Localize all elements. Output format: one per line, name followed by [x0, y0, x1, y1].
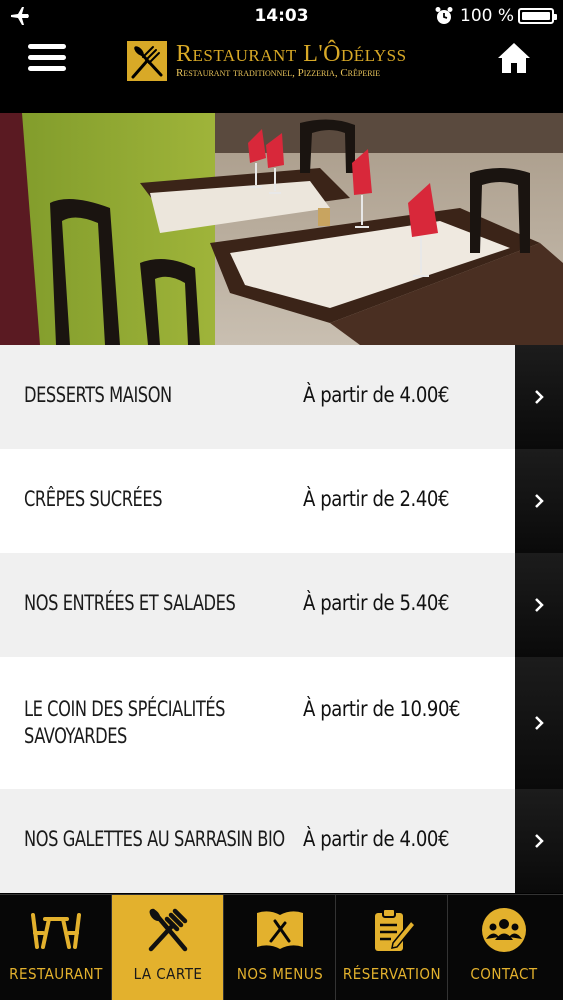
bottom-tab-bar: RESTAURANT LA CARTE NOS MENUS RÉSERVATIO…	[0, 894, 563, 1000]
category-title: NOS ENTRÉES ET SALADES	[24, 591, 236, 615]
category-price: À partir de 4.00€	[303, 383, 450, 407]
fork-knife-icon	[148, 908, 188, 952]
chevron-right-icon[interactable]	[515, 345, 563, 449]
category-price: À partir de 5.40€	[303, 591, 450, 615]
chevron-right-icon[interactable]	[515, 657, 563, 789]
tab-contact[interactable]: CONTACT	[448, 895, 563, 1000]
chevron-right-icon[interactable]	[515, 789, 563, 893]
list-item[interactable]: DESSERTS MAISON À partir de 4.00€	[0, 345, 563, 449]
menu-book-icon	[257, 911, 303, 949]
tab-label: RESTAURANT	[9, 965, 103, 983]
status-bar: 14:03 100 %	[0, 0, 563, 32]
tab-reservation[interactable]: RÉSERVATION	[336, 895, 448, 1000]
list-item[interactable]: NOS ENTRÉES ET SALADES À partir de 5.40€	[0, 553, 563, 657]
category-title: NOS GALETTES AU SARRASIN BIO	[24, 827, 285, 851]
list-item[interactable]: NOS GALETTES AU SARRASIN BIO À partir de…	[0, 789, 563, 893]
tab-label: RÉSERVATION	[342, 965, 442, 983]
category-title: DESSERTS MAISON	[24, 383, 172, 407]
clipboard-pen-icon	[375, 908, 417, 951]
category-price: À partir de 2.40€	[303, 487, 450, 511]
category-title: LE COIN DES SPÉCIALITÉS SAVOYARDES	[24, 697, 226, 748]
table-chairs-icon	[31, 913, 81, 949]
app-header: Restaurant L'Ôdélyss Restaurant traditio…	[0, 32, 563, 113]
tab-la-carte[interactable]: LA CARTE	[112, 895, 224, 1000]
battery-percent: 100 %	[460, 6, 515, 26]
tab-restaurant[interactable]: RESTAURANT	[0, 895, 112, 1000]
group-icon	[482, 908, 526, 952]
chevron-right-icon[interactable]	[515, 449, 563, 553]
tab-label: CONTACT	[470, 965, 538, 983]
tab-label: NOS MENUS	[236, 965, 324, 983]
brand-name: Restaurant L'Ôdélyss	[176, 41, 407, 67]
list-item[interactable]: CRÊPES SUCRÉES À partir de 2.40€	[0, 449, 563, 553]
restaurant-logo-icon	[127, 41, 167, 81]
menu-category-list: DESSERTS MAISON À partir de 4.00€ CRÊPES…	[0, 345, 563, 893]
restaurant-photo	[0, 113, 563, 345]
brand-subtitle: Restaurant traditionnel, Pizzeria, Crêpe…	[176, 67, 381, 79]
category-price: À partir de 10.90€	[303, 697, 461, 721]
battery-icon	[518, 8, 557, 24]
brand: Restaurant L'Ôdélyss Restaurant traditio…	[176, 42, 407, 79]
home-icon[interactable]	[496, 41, 532, 75]
hamburger-menu-button[interactable]	[28, 44, 66, 78]
list-item[interactable]: LE COIN DES SPÉCIALITÉS SAVOYARDES À par…	[0, 657, 563, 789]
chevron-right-icon[interactable]	[515, 553, 563, 657]
category-price: À partir de 4.00€	[303, 827, 450, 851]
category-title: CRÊPES SUCRÉES	[24, 487, 163, 511]
alarm-icon	[435, 7, 453, 24]
tab-label: LA CARTE	[133, 965, 203, 983]
tab-nos-menus[interactable]: NOS MENUS	[224, 895, 336, 1000]
